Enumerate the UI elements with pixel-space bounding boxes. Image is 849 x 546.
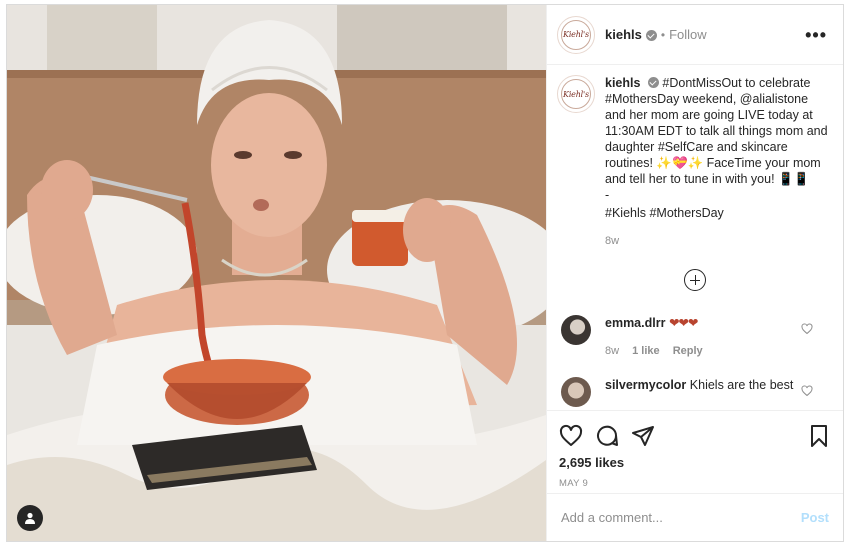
caption-username[interactable]: kiehls bbox=[605, 76, 640, 90]
comment-username[interactable]: emma.dlrr bbox=[605, 316, 665, 330]
comment-heart-icon[interactable] bbox=[801, 385, 813, 397]
caption-avatar[interactable]: Kiehl's bbox=[557, 75, 595, 113]
header-username[interactable]: kiehls bbox=[605, 27, 642, 42]
user-tag-button[interactable] bbox=[17, 505, 43, 531]
plus-circle-icon[interactable] bbox=[684, 269, 706, 291]
post-photo[interactable] bbox=[7, 5, 546, 541]
comment-bubble-icon[interactable] bbox=[595, 424, 619, 448]
post-actions: 2,695 likes MAY 9 bbox=[547, 410, 843, 500]
photo-illustration bbox=[7, 5, 546, 541]
comment-username[interactable]: silvermycolor bbox=[605, 378, 686, 392]
comment-reply-button[interactable]: Reply bbox=[673, 345, 703, 357]
load-more-comments[interactable] bbox=[557, 269, 833, 291]
separator-dot: • bbox=[660, 27, 666, 42]
brand-logo: Kiehl's bbox=[563, 89, 589, 99]
brand-logo: Kiehl's bbox=[563, 30, 589, 39]
comment-item: emma.dlrr ❤❤❤ 8w 1 like Reply bbox=[557, 315, 833, 359]
user-tag-icon bbox=[25, 512, 35, 524]
comment-heart-icon[interactable] bbox=[801, 323, 813, 335]
heart-icon[interactable] bbox=[559, 424, 583, 448]
comment-text: ❤❤❤ bbox=[668, 316, 698, 330]
caption: Kiehl's kiehls #DontMissOut to celebrate… bbox=[557, 75, 833, 249]
instagram-post: Kiehl's kiehls • Follow ••• Kiehl's kieh… bbox=[6, 4, 844, 542]
post-side-panel: Kiehl's kiehls • Follow ••• Kiehl's kieh… bbox=[546, 5, 843, 541]
caption-timestamp[interactable]: 8w bbox=[605, 233, 830, 249]
bookmark-icon[interactable] bbox=[807, 424, 831, 448]
add-comment-bar: Post bbox=[547, 493, 843, 541]
follow-button[interactable]: Follow bbox=[669, 27, 707, 42]
more-options-icon[interactable]: ••• bbox=[805, 26, 827, 44]
comments-list[interactable]: Kiehl's kiehls #DontMissOut to celebrate… bbox=[547, 65, 843, 410]
verified-badge-icon bbox=[645, 30, 657, 41]
commenter-avatar[interactable] bbox=[561, 377, 591, 407]
comment-like-count[interactable]: 1 like bbox=[632, 345, 660, 357]
commenter-avatar[interactable] bbox=[561, 315, 591, 345]
verified-badge-icon bbox=[647, 77, 659, 88]
comment-text: Khiels are the best bbox=[689, 378, 794, 392]
post-comment-button[interactable]: Post bbox=[801, 510, 829, 525]
caption-text: #DontMissOut to celebrate #MothersDay we… bbox=[605, 76, 828, 202]
post-date[interactable]: MAY 9 bbox=[559, 478, 831, 489]
comment-body: emma.dlrr ❤❤❤ 8w 1 like Reply bbox=[605, 315, 805, 359]
comment-meta: 8w 1 like Reply bbox=[605, 343, 805, 359]
post-header: Kiehl's kiehls • Follow ••• bbox=[547, 5, 843, 65]
comment-input[interactable] bbox=[561, 510, 801, 525]
caption-body: kiehls #DontMissOut to celebrate #Mother… bbox=[605, 75, 830, 249]
caption-hashtags[interactable]: #Kiehls #MothersDay bbox=[605, 205, 830, 221]
comment-item: silvermycolor Khiels are the best bbox=[557, 377, 833, 407]
paper-plane-icon[interactable] bbox=[631, 424, 655, 448]
action-icons bbox=[559, 423, 831, 449]
comment-timestamp[interactable]: 8w bbox=[605, 345, 619, 357]
likes-count[interactable]: 2,695 likes bbox=[559, 455, 831, 470]
profile-avatar[interactable]: Kiehl's bbox=[557, 15, 595, 54]
comment-body: silvermycolor Khiels are the best bbox=[605, 377, 805, 407]
